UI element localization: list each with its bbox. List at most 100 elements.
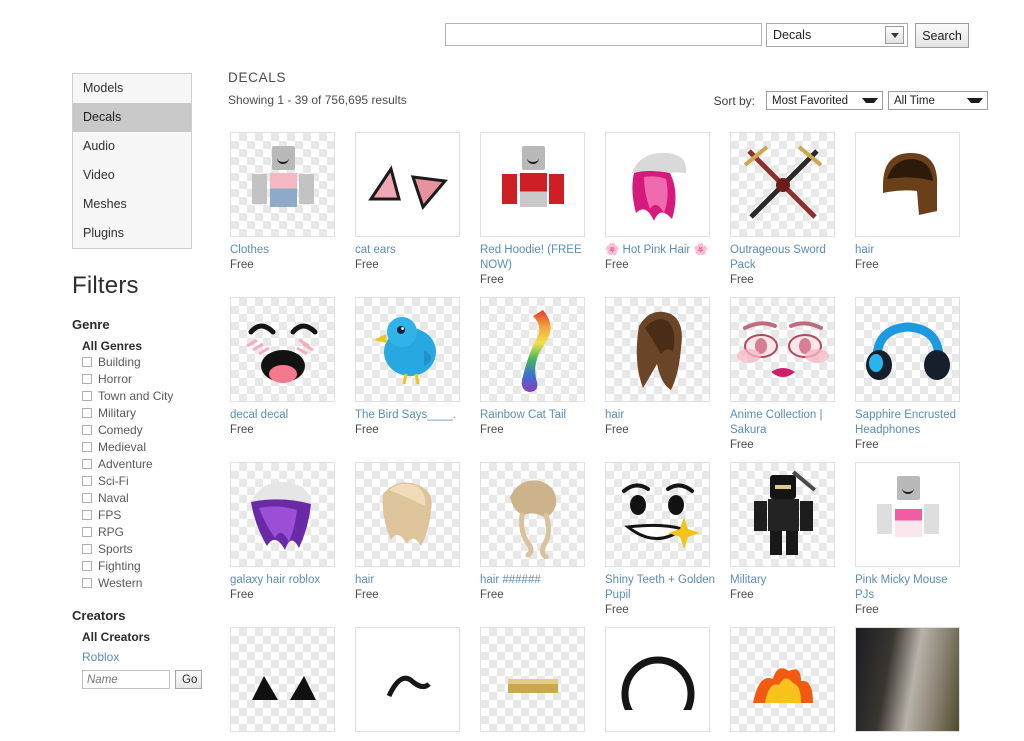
genre-filter-rpg[interactable]: RPG: [82, 523, 192, 540]
item-name-link[interactable]: decal decal: [230, 408, 342, 423]
item-card[interactable]: [355, 627, 478, 732]
item-thumbnail[interactable]: [855, 132, 960, 237]
item-card[interactable]: hair Free: [855, 132, 978, 288]
item-name-link[interactable]: hair ######: [480, 573, 592, 588]
item-card[interactable]: [480, 627, 603, 732]
item-card[interactable]: hair ###### Free: [480, 462, 603, 618]
checkbox-icon[interactable]: [82, 407, 92, 418]
genre-filter-adventure[interactable]: Adventure: [82, 455, 192, 472]
item-thumbnail[interactable]: [230, 132, 335, 237]
item-card[interactable]: decal decal Free: [230, 297, 353, 453]
item-card[interactable]: Red Hoodie! (FREE NOW) Free: [480, 132, 603, 288]
search-input[interactable]: [445, 23, 762, 46]
sidebar-item-meshes[interactable]: Meshes: [73, 190, 191, 219]
item-card[interactable]: Clothes Free: [230, 132, 353, 288]
genre-filter-western[interactable]: Western: [82, 574, 192, 591]
checkbox-icon[interactable]: [82, 526, 92, 537]
item-thumbnail[interactable]: [855, 297, 960, 402]
item-name-link[interactable]: Red Hoodie! (FREE NOW): [480, 243, 592, 273]
item-name-link[interactable]: hair: [605, 408, 717, 423]
genre-filter-naval[interactable]: Naval: [82, 489, 192, 506]
checkbox-icon[interactable]: [82, 543, 92, 554]
sort-by-select[interactable]: Most Favorited: [766, 91, 883, 110]
genre-filter-fps[interactable]: FPS: [82, 506, 192, 523]
item-name-link[interactable]: 🌸 Hot Pink Hair 🌸: [605, 243, 717, 258]
time-range-select[interactable]: All Time: [888, 91, 988, 110]
item-thumbnail[interactable]: [480, 627, 585, 732]
item-thumbnail[interactable]: [230, 627, 335, 732]
item-thumbnail[interactable]: [855, 462, 960, 567]
sidebar-item-models[interactable]: Models: [73, 74, 191, 103]
item-card[interactable]: Outrageous Sword Pack Free: [730, 132, 853, 288]
item-name-link[interactable]: Shiny Teeth + Golden Pupil: [605, 573, 717, 603]
item-thumbnail[interactable]: [605, 627, 710, 732]
item-card[interactable]: hair Free: [355, 462, 478, 618]
item-card[interactable]: [730, 627, 853, 732]
search-button[interactable]: Search: [915, 23, 969, 48]
creator-go-button[interactable]: Go: [175, 670, 202, 689]
item-thumbnail[interactable]: [605, 297, 710, 402]
item-card[interactable]: Sapphire Encrusted Headphones Free: [855, 297, 978, 453]
item-thumbnail[interactable]: [355, 132, 460, 237]
item-thumbnail[interactable]: [355, 627, 460, 732]
item-thumbnail[interactable]: [730, 132, 835, 237]
item-thumbnail[interactable]: [480, 132, 585, 237]
checkbox-icon[interactable]: [82, 492, 92, 503]
creator-roblox-link[interactable]: Roblox: [82, 650, 192, 664]
item-name-link[interactable]: cat ears: [355, 243, 467, 258]
item-thumbnail[interactable]: [230, 462, 335, 567]
item-card[interactable]: Shiny Teeth + Golden Pupil Free: [605, 462, 728, 618]
genre-filter-comedy[interactable]: Comedy: [82, 421, 192, 438]
chevron-down-icon[interactable]: [885, 26, 904, 44]
item-card[interactable]: cat ears Free: [355, 132, 478, 288]
item-card[interactable]: galaxy hair roblox Free: [230, 462, 353, 618]
item-name-link[interactable]: Clothes: [230, 243, 342, 258]
item-card[interactable]: [230, 627, 353, 732]
sidebar-item-audio[interactable]: Audio: [73, 132, 191, 161]
item-name-link[interactable]: Outrageous Sword Pack: [730, 243, 842, 273]
item-thumbnail[interactable]: [730, 627, 835, 732]
item-card[interactable]: Military Free: [730, 462, 853, 618]
item-name-link[interactable]: galaxy hair roblox: [230, 573, 342, 588]
checkbox-icon[interactable]: [82, 441, 92, 452]
item-card[interactable]: 🌸 Hot Pink Hair 🌸 Free: [605, 132, 728, 288]
checkbox-icon[interactable]: [82, 356, 92, 367]
checkbox-icon[interactable]: [82, 424, 92, 435]
checkbox-icon[interactable]: [82, 560, 92, 571]
item-card[interactable]: Anime Collection | Sakura Free: [730, 297, 853, 453]
item-card[interactable]: [855, 627, 978, 732]
genre-filter-horror[interactable]: Horror: [82, 370, 192, 387]
item-thumbnail[interactable]: [480, 297, 585, 402]
genre-filter-medieval[interactable]: Medieval: [82, 438, 192, 455]
item-thumbnail[interactable]: [230, 297, 335, 402]
genre-filter-sports[interactable]: Sports: [82, 540, 192, 557]
item-thumbnail[interactable]: [480, 462, 585, 567]
item-card[interactable]: Pink Micky Mouse PJs Free: [855, 462, 978, 618]
checkbox-icon[interactable]: [82, 458, 92, 469]
item-name-link[interactable]: Pink Micky Mouse PJs: [855, 573, 967, 603]
genre-filter-town-and-city[interactable]: Town and City: [82, 387, 192, 404]
genre-filter-military[interactable]: Military: [82, 404, 192, 421]
item-thumbnail[interactable]: [355, 297, 460, 402]
item-thumbnail[interactable]: [605, 132, 710, 237]
item-thumbnail[interactable]: [355, 462, 460, 567]
sidebar-item-plugins[interactable]: Plugins: [73, 219, 191, 248]
item-name-link[interactable]: Anime Collection | Sakura: [730, 408, 842, 438]
item-card[interactable]: The Bird Says____. Free: [355, 297, 478, 453]
genre-filter-fighting[interactable]: Fighting: [82, 557, 192, 574]
checkbox-icon[interactable]: [82, 577, 92, 588]
search-category-dropdown[interactable]: Decals: [766, 23, 908, 47]
item-name-link[interactable]: Sapphire Encrusted Headphones: [855, 408, 967, 438]
item-name-link[interactable]: The Bird Says____.: [355, 408, 467, 423]
item-name-link[interactable]: Rainbow Cat Tail: [480, 408, 592, 423]
item-thumbnail[interactable]: [605, 462, 710, 567]
item-card[interactable]: [605, 627, 728, 732]
item-card[interactable]: hair Free: [605, 297, 728, 453]
sidebar-item-decals[interactable]: Decals: [73, 103, 191, 132]
checkbox-icon[interactable]: [82, 509, 92, 520]
item-thumbnail[interactable]: [730, 462, 835, 567]
item-name-link[interactable]: hair: [855, 243, 967, 258]
item-thumbnail[interactable]: [855, 627, 960, 732]
checkbox-icon[interactable]: [82, 390, 92, 401]
item-name-link[interactable]: Military: [730, 573, 842, 588]
